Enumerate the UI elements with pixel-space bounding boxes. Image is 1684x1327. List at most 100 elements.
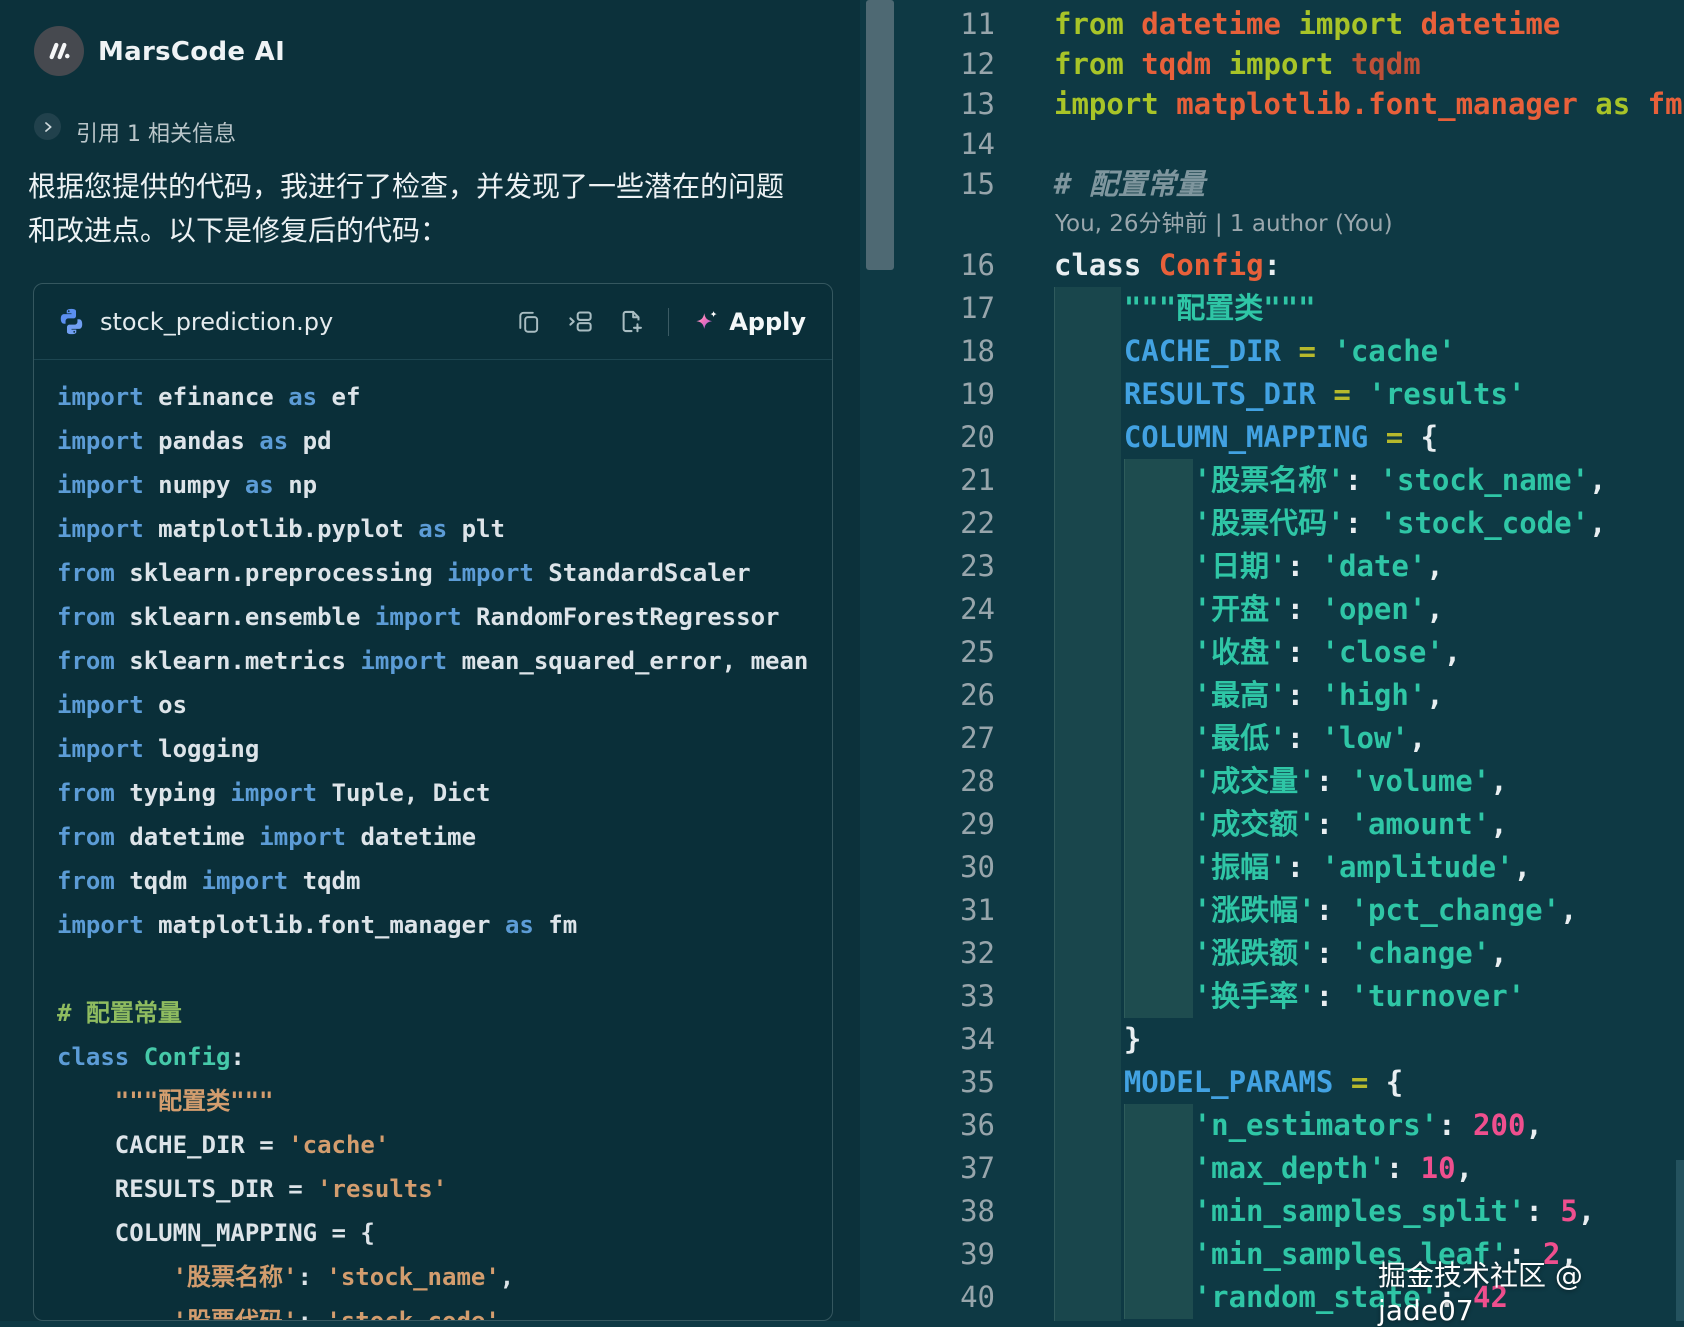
card-code-line: import pandas as pd: [57, 419, 832, 463]
line-number: 24: [860, 588, 995, 631]
line-number: 30: [860, 846, 995, 889]
line-number: 23: [860, 545, 995, 588]
code-card-actions: Apply: [515, 308, 806, 336]
line-number: 28: [860, 760, 995, 803]
code-card-body: import efinance as efimport pandas as pd…: [34, 360, 832, 1321]
card-code-line: import matplotlib.font_manager as fm: [57, 903, 832, 947]
editor-line: 28 '成交量': 'volume',: [860, 760, 1684, 803]
copy-button[interactable]: [515, 308, 543, 336]
line-number: 19: [860, 373, 995, 416]
editor-line: 15# 配置常量: [860, 164, 1684, 204]
line-number: 22: [860, 502, 995, 545]
card-code-line: import efinance as ef: [57, 375, 832, 419]
card-code-line: """配置类""": [57, 1079, 832, 1123]
line-number: 25: [860, 631, 995, 674]
editor-line: 29 '成交额': 'amount',: [860, 803, 1684, 846]
line-number: 32: [860, 932, 995, 975]
editor-line: 31 '涨跌幅': 'pct_change',: [860, 889, 1684, 932]
git-blame-line: You, 26分钟前 | 1 author (You): [860, 204, 1684, 244]
line-number: 36: [860, 1104, 995, 1147]
line-number: 37: [860, 1147, 995, 1190]
create-new-file-button[interactable]: [617, 308, 645, 336]
card-code-line: class Config:: [57, 1035, 832, 1079]
editor-line: 37 'max_depth': 10,: [860, 1147, 1684, 1190]
reference-label[interactable]: 引用 1 相关信息: [76, 116, 236, 148]
editor-line: 12from tqdm import tqdm: [860, 44, 1684, 84]
insert-into-editor-icon: [567, 308, 594, 335]
line-number: 38: [860, 1190, 995, 1233]
line-number: 27: [860, 717, 995, 760]
card-code-line: '股票代码': 'stock_code',: [57, 1299, 832, 1321]
card-code-line: import numpy as np: [57, 463, 832, 507]
editor-line: 11from datetime import datetime: [860, 4, 1684, 44]
marscode-m-icon: [43, 35, 75, 67]
editor-line: 25 '收盘': 'close',: [860, 631, 1684, 674]
line-number: 40: [860, 1276, 995, 1319]
editor-line: 33 '换手率': 'turnover': [860, 975, 1684, 1018]
apply-button-label: Apply: [729, 308, 806, 336]
editor-line: 20 COLUMN_MAPPING = {: [860, 416, 1684, 459]
card-code-block: import efinance as efimport pandas as pd…: [57, 375, 832, 1321]
line-number: 34: [860, 1018, 995, 1061]
sparkle-icon: [692, 308, 720, 336]
editor-line: 19 RESULTS_DIR = 'results': [860, 373, 1684, 416]
chevron-right-icon: [40, 119, 56, 135]
code-card-header: stock_prediction.py: [34, 284, 832, 360]
card-code-line: RESULTS_DIR = 'results': [57, 1167, 832, 1211]
line-number: 21: [860, 459, 995, 502]
card-code-line: from sklearn.ensemble import RandomFores…: [57, 595, 832, 639]
apply-button[interactable]: Apply: [692, 308, 806, 336]
assistant-message-line1: 根据您提供的代码，我进行了检查，并发现了一些潜在的问题: [28, 170, 834, 204]
card-code-line: from tqdm import tqdm: [57, 859, 832, 903]
editor-line: 36 'n_estimators': 200,: [860, 1104, 1684, 1147]
editor-line: 14: [860, 124, 1684, 164]
editor-line: 24 '开盘': 'open',: [860, 588, 1684, 631]
panel-scrollbar-thumb[interactable]: [866, 0, 894, 270]
editor-line: 26 '最高': 'high',: [860, 674, 1684, 717]
card-code-line: COLUMN_MAPPING = {: [57, 1211, 832, 1255]
marscode-logo: [34, 26, 84, 76]
card-code-line: [57, 947, 832, 991]
python-icon: [56, 306, 87, 337]
editor-line: 35 MODEL_PARAMS = {: [860, 1061, 1684, 1104]
card-code-line: import matplotlib.pyplot as plt: [57, 507, 832, 551]
assistant-title: MarsCode AI: [98, 37, 285, 67]
card-code-line: from typing import Tuple, Dict: [57, 771, 832, 815]
editor-line: 18 CACHE_DIR = 'cache': [860, 330, 1684, 373]
line-number: 39: [860, 1233, 995, 1276]
card-code-line: import os: [57, 683, 832, 727]
watermark-text: 掘金技术社区 @ jade07: [1378, 1254, 1684, 1327]
assistant-panel: MarsCode AI 引用 1 相关信息 根据您提供的代码，我进行了检查，并发…: [0, 0, 860, 1321]
code-editor[interactable]: 11from datetime import datetime12from tq…: [860, 0, 1684, 1321]
card-code-line: from sklearn.metrics import mean_squared…: [57, 639, 832, 683]
card-code-line: '股票名称': 'stock_name',: [57, 1255, 832, 1299]
card-code-line: CACHE_DIR = 'cache': [57, 1123, 832, 1167]
editor-line: 22 '股票代码': 'stock_code',: [860, 502, 1684, 545]
editor-line: 21 '股票名称': 'stock_name',: [860, 459, 1684, 502]
card-code-line: from sklearn.preprocessing import Standa…: [57, 551, 832, 595]
line-number: 33: [860, 975, 995, 1018]
code-suggestion-card: stock_prediction.py: [33, 283, 833, 1321]
editor-line: 38 'min_samples_split': 5,: [860, 1190, 1684, 1233]
insert-into-editor-button[interactable]: [566, 308, 594, 336]
line-number: 20: [860, 416, 995, 459]
editor-line: 30 '振幅': 'amplitude',: [860, 846, 1684, 889]
code-card-filename: stock_prediction.py: [100, 308, 333, 336]
editor-line: 16class Config:: [860, 244, 1684, 287]
copy-icon: [516, 309, 542, 335]
assistant-message-line2: 和改进点。以下是修复后的代码：: [28, 214, 834, 248]
line-number: 18: [860, 330, 995, 373]
reference-expand-button[interactable]: [34, 113, 61, 140]
line-number: 35: [860, 1061, 995, 1104]
line-number: 17: [860, 287, 995, 330]
line-number: 31: [860, 889, 995, 932]
editor-code-surface: 11from datetime import datetime12from tq…: [860, 4, 1684, 1321]
editor-line: 13import matplotlib.font_manager as fm: [860, 84, 1684, 124]
editor-line: 34 }: [860, 1018, 1684, 1061]
app-window: { "left_panel": { "brand": "MarsCode AI"…: [0, 0, 1684, 1321]
editor-line: 32 '涨跌额': 'change',: [860, 932, 1684, 975]
header-divider: [668, 308, 669, 336]
card-code-line: from datetime import datetime: [57, 815, 832, 859]
editor-line: 27 '最低': 'low',: [860, 717, 1684, 760]
line-number: 29: [860, 803, 995, 846]
